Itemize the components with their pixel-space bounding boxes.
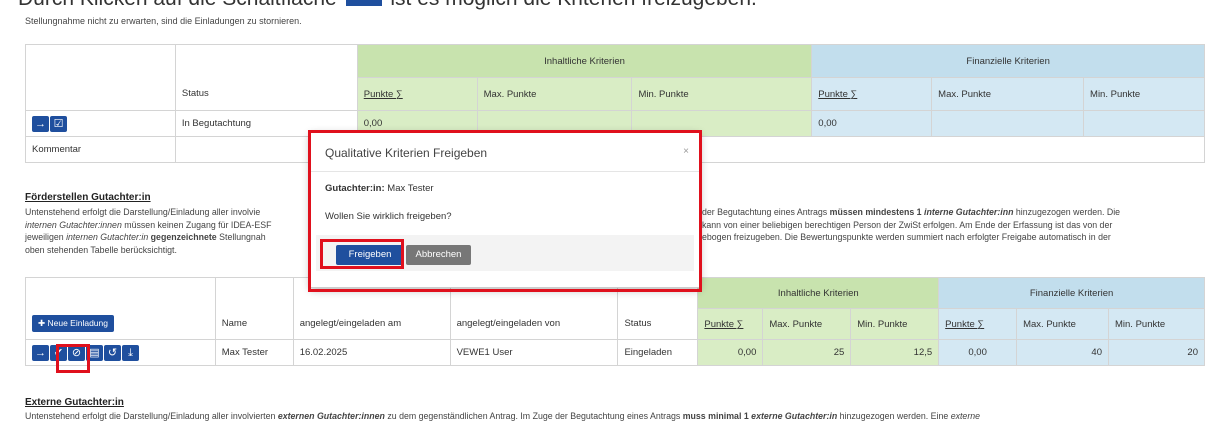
col-punkte-inhalt[interactable]: Punkte ∑ bbox=[356, 77, 478, 111]
b-col-max-finanz: Max. Punkte bbox=[1016, 308, 1109, 340]
col-max-finanz: Max. Punkte bbox=[931, 77, 1085, 111]
checkmark-icon[interactable]: ✔ bbox=[50, 344, 67, 361]
freigeben-button[interactable]: Freigeben bbox=[336, 245, 404, 265]
punkte-finanz-value: 0,00 bbox=[811, 110, 933, 137]
group-inhalt-header: Inhaltliche Kriterien bbox=[356, 44, 813, 78]
button-reference-icon bbox=[345, 0, 382, 7]
gutachter-line: Gutachter:in: Max Tester bbox=[325, 183, 434, 194]
bottom-group-finanz-header: Finanzielle Kriterien bbox=[938, 277, 1205, 309]
col-min-inhalt: Min. Punkte bbox=[631, 77, 813, 111]
col-punkte-finanz[interactable]: Punkte ∑ bbox=[811, 77, 933, 111]
bottom-group-inhalt-header: Inhaltliche Kriterien bbox=[697, 277, 940, 309]
cell-inhalt-max: 25 bbox=[762, 339, 852, 366]
new-invite-button[interactable]: ✚ Neue Einladung bbox=[32, 315, 114, 333]
cell-name: Max Tester bbox=[214, 339, 294, 366]
foerder-section-title: Förderstellen Gutachter:in bbox=[25, 192, 151, 203]
b-col-min-inhalt: Min. Punkte bbox=[850, 308, 940, 340]
edit-check-icon[interactable]: ☑ bbox=[50, 115, 67, 132]
abbrechen-button[interactable]: Abbrechen bbox=[406, 245, 471, 265]
col-datum: angelegt/eingeladen am bbox=[292, 308, 451, 340]
b-col-min-finanz: Min. Punkte bbox=[1108, 308, 1205, 340]
document-icon[interactable]: ▤ bbox=[86, 344, 103, 361]
b-col-max-inhalt: Max. Punkte bbox=[762, 308, 852, 340]
close-icon[interactable]: × bbox=[683, 146, 689, 157]
cell-finanz-min: 20 bbox=[1108, 339, 1205, 366]
kommentar-label: Kommentar bbox=[25, 136, 176, 163]
cancel-circle-icon[interactable]: ⊘ bbox=[68, 344, 85, 361]
col-status: Status bbox=[617, 308, 699, 340]
cell-von: VEWE1 User bbox=[449, 339, 619, 366]
cell-finanz-punkte: 0,00 bbox=[938, 339, 1018, 366]
b-col-punkte-finanz[interactable]: Punkte ∑ bbox=[938, 308, 1018, 340]
arrow-right-icon[interactable]: → bbox=[32, 344, 49, 361]
cell-finanz-max: 40 bbox=[1016, 339, 1109, 366]
confirm-question: Wollen Sie wirklich freigeben? bbox=[325, 211, 452, 222]
col-max-inhalt: Max. Punkte bbox=[476, 77, 633, 111]
cell-status: Eingeladen bbox=[617, 339, 699, 366]
release-dialog: Qualitative Kriterien Freigeben × Gutach… bbox=[310, 132, 700, 288]
download-icon[interactable]: ⤓ bbox=[122, 344, 139, 361]
corner-cell bbox=[25, 44, 176, 111]
extern-section-title: Externe Gutachter:in bbox=[25, 397, 124, 408]
status-header: Status bbox=[174, 77, 358, 111]
intro-text: Stellungnahme nicht zu erwarten, sind di… bbox=[25, 16, 302, 26]
arrow-right-icon[interactable]: → bbox=[32, 115, 49, 132]
dialog-title: Qualitative Kriterien Freigeben bbox=[325, 146, 488, 160]
col-name: Name bbox=[214, 308, 294, 340]
col-min-finanz: Min. Punkte bbox=[1083, 77, 1205, 111]
cell-inhalt-punkte: 0,00 bbox=[697, 339, 764, 366]
caption-part2: ist es möglich die Kriterien freizugeben… bbox=[390, 0, 757, 10]
b-col-punkte-inhalt[interactable]: Punkte ∑ bbox=[697, 308, 764, 340]
extern-section-text: Untenstehend erfolgt die Darstellung/Ein… bbox=[25, 411, 981, 421]
cell-datum: 16.02.2025 bbox=[292, 339, 451, 366]
cell-inhalt-min: 12,5 bbox=[850, 339, 940, 366]
caption: Durch Klicken auf die Schaltfläche ist e… bbox=[18, 0, 757, 11]
gutachter-table: Inhaltliche Kriterien Finanzielle Kriter… bbox=[25, 277, 1205, 366]
plus-icon: ✚ bbox=[38, 318, 46, 329]
caption-part1: Durch Klicken auf die Schaltfläche bbox=[18, 0, 337, 10]
row-actions: → ☑ bbox=[25, 110, 176, 137]
table-row: → ✔ ⊘ ▤ ↺ ⤓ Max Tester 16.02.2025 VEWE1 User … bbox=[25, 339, 1205, 366]
group-finanz-header: Finanzielle Kriterien bbox=[811, 44, 1205, 78]
col-von: angelegt/eingeladen von bbox=[449, 308, 619, 340]
undo-icon[interactable]: ↺ bbox=[104, 344, 121, 361]
row-action-buttons: → ✔ ⊘ ▤ ↺ ⤓ bbox=[25, 339, 216, 366]
dialog-divider bbox=[311, 171, 699, 172]
